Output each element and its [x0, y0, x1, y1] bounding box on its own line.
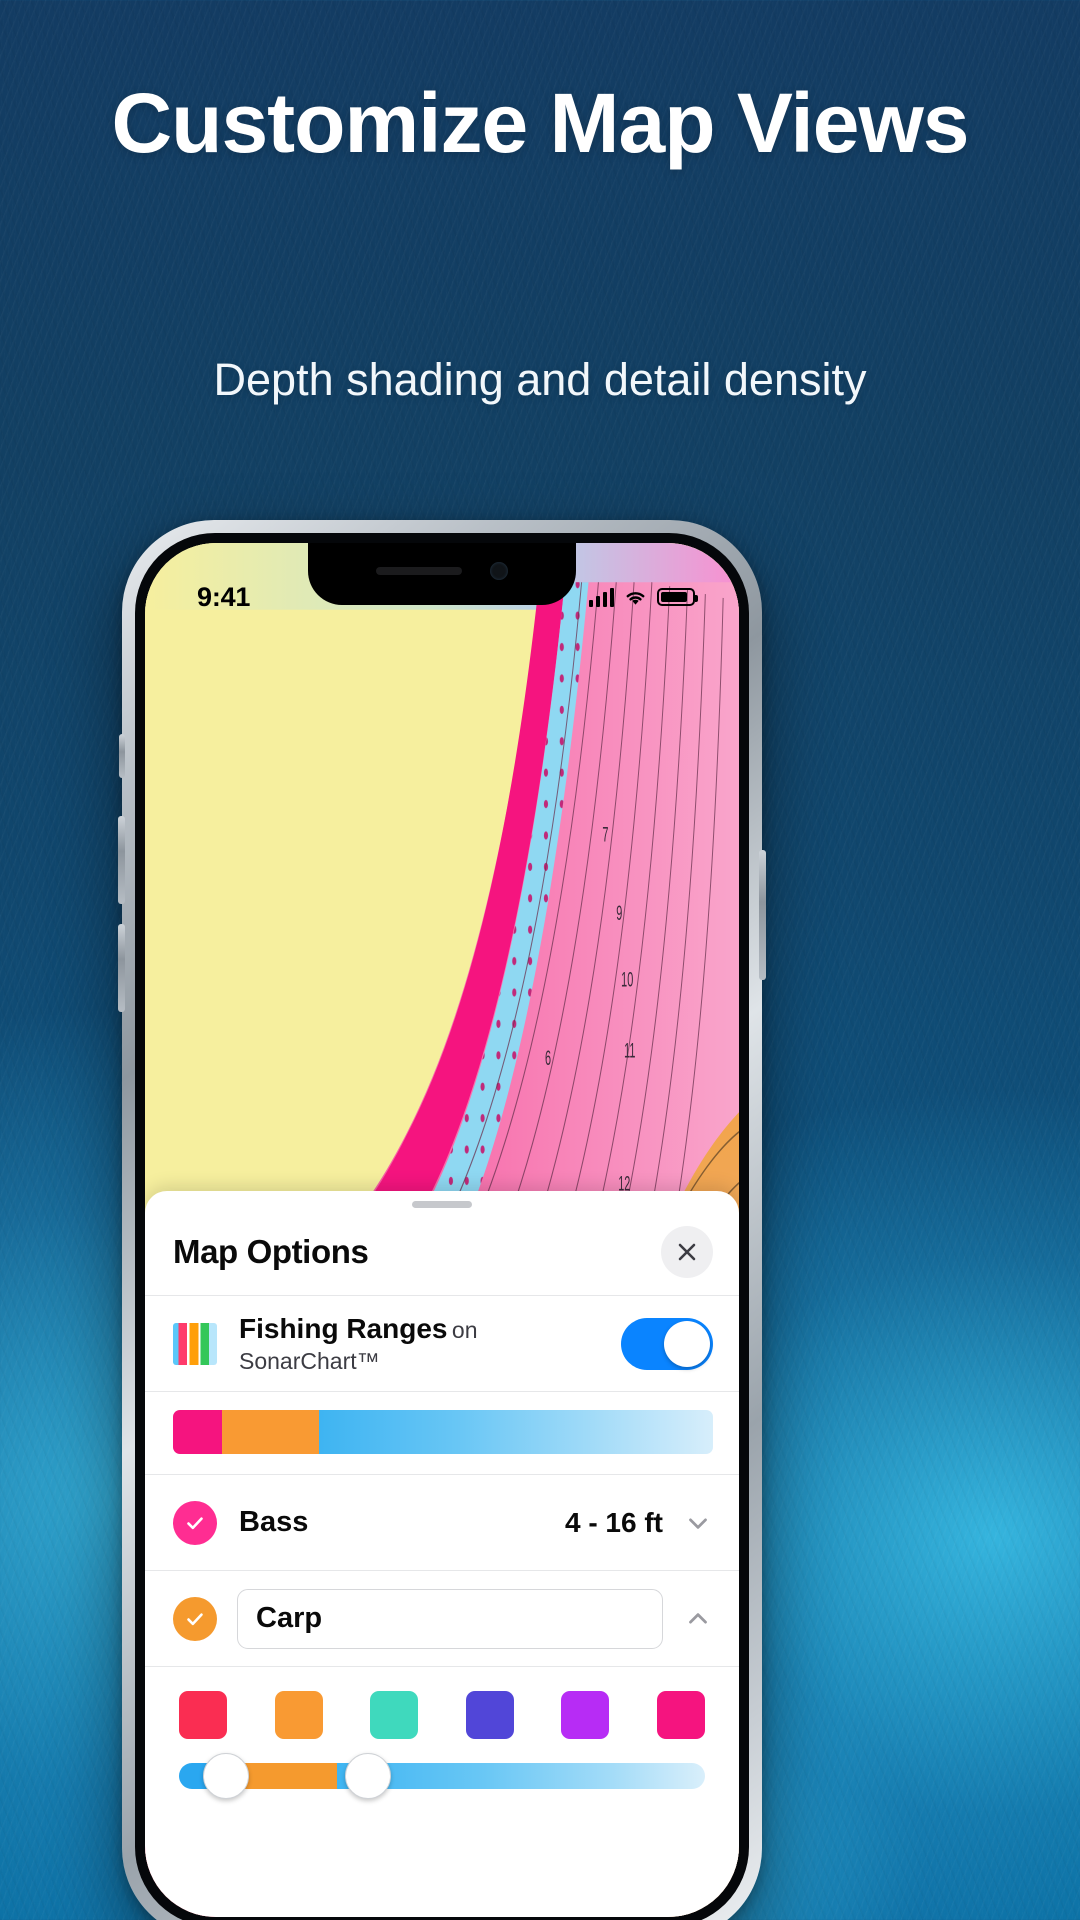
gradient-segment-orange	[221, 1410, 319, 1454]
silent-switch[interactable]	[119, 734, 125, 778]
depth-range-slider[interactable]	[145, 1749, 739, 1799]
wifi-icon	[626, 591, 645, 605]
color-swatch-row	[145, 1667, 739, 1749]
slider-handle-min[interactable]	[203, 1753, 249, 1799]
fishing-ranges-toggle[interactable]	[621, 1317, 713, 1370]
color-swatch[interactable]	[656, 1691, 705, 1739]
species-row-carp[interactable]: Carp	[145, 1571, 739, 1667]
page-subtitle: Depth shading and detail density	[213, 354, 867, 405]
slider-track	[179, 1763, 705, 1789]
chevron-up-icon[interactable]	[683, 1604, 713, 1634]
svg-text:9: 9	[616, 901, 622, 925]
fishing-ranges-texts: Fishing Ranges on SonarChart™	[239, 1312, 621, 1376]
notch	[308, 543, 576, 605]
slider-segment-right	[336, 1763, 705, 1789]
front-camera-icon	[490, 562, 508, 580]
range-gradient-bar	[173, 1410, 713, 1454]
close-button[interactable]	[661, 1225, 713, 1278]
phone-bezel: 7 9 10 11 6 12 13 14 15 17 19 21 24 26	[135, 533, 749, 1920]
earpiece-speaker-icon	[376, 567, 462, 575]
species-name-bass: Bass	[239, 1506, 309, 1538]
sheet-header: Map Options	[145, 1208, 739, 1296]
signal-bars-icon	[588, 587, 614, 607]
close-icon	[678, 1243, 696, 1260]
phone-mockup: 7 9 10 11 6 12 13 14 15 17 19 21 24 26	[118, 520, 766, 1920]
svg-text:10: 10	[621, 968, 633, 992]
map-options-sheet: Map Options Fishing Ranges on SonarChart…	[145, 1191, 739, 1917]
color-bars-icon	[173, 1322, 217, 1365]
slider-handle-max[interactable]	[345, 1753, 391, 1799]
fishing-ranges-title: Fishing Ranges	[239, 1312, 448, 1344]
gradient-segment-pink	[173, 1410, 222, 1454]
color-swatch[interactable]	[179, 1691, 227, 1739]
sheet-title: Map Options	[173, 1232, 369, 1270]
species-name-input[interactable]: Carp	[237, 1588, 663, 1649]
battery-icon	[657, 588, 698, 606]
check-circle-icon[interactable]	[173, 1500, 217, 1545]
color-swatch[interactable]	[561, 1691, 610, 1739]
fishing-ranges-row[interactable]: Fishing Ranges on SonarChart™	[145, 1296, 739, 1392]
gradient-segment-blue	[318, 1410, 713, 1454]
chevron-down-icon[interactable]	[683, 1508, 713, 1538]
page-title: Customize Map Views	[111, 76, 969, 170]
power-button[interactable]	[759, 850, 766, 980]
status-icons	[588, 587, 698, 607]
species-row-bass[interactable]: Bass 4 - 16 ft	[145, 1475, 739, 1571]
color-swatch[interactable]	[274, 1691, 323, 1739]
volume-down-button[interactable]	[118, 924, 125, 1012]
svg-text:11: 11	[624, 1038, 635, 1062]
svg-text:7: 7	[602, 822, 608, 846]
svg-text:6: 6	[545, 1046, 551, 1070]
check-circle-icon[interactable]	[173, 1596, 217, 1641]
phone-screen: 7 9 10 11 6 12 13 14 15 17 19 21 24 26	[145, 543, 739, 1917]
volume-up-button[interactable]	[118, 816, 125, 904]
range-gradient-row[interactable]	[145, 1392, 739, 1475]
status-time: 9:41	[197, 581, 251, 612]
species-range-bass: 4 - 16 ft	[564, 1506, 663, 1538]
drag-handle-icon[interactable]	[412, 1201, 472, 1208]
color-swatch[interactable]	[465, 1691, 514, 1739]
color-swatch[interactable]	[370, 1691, 419, 1739]
